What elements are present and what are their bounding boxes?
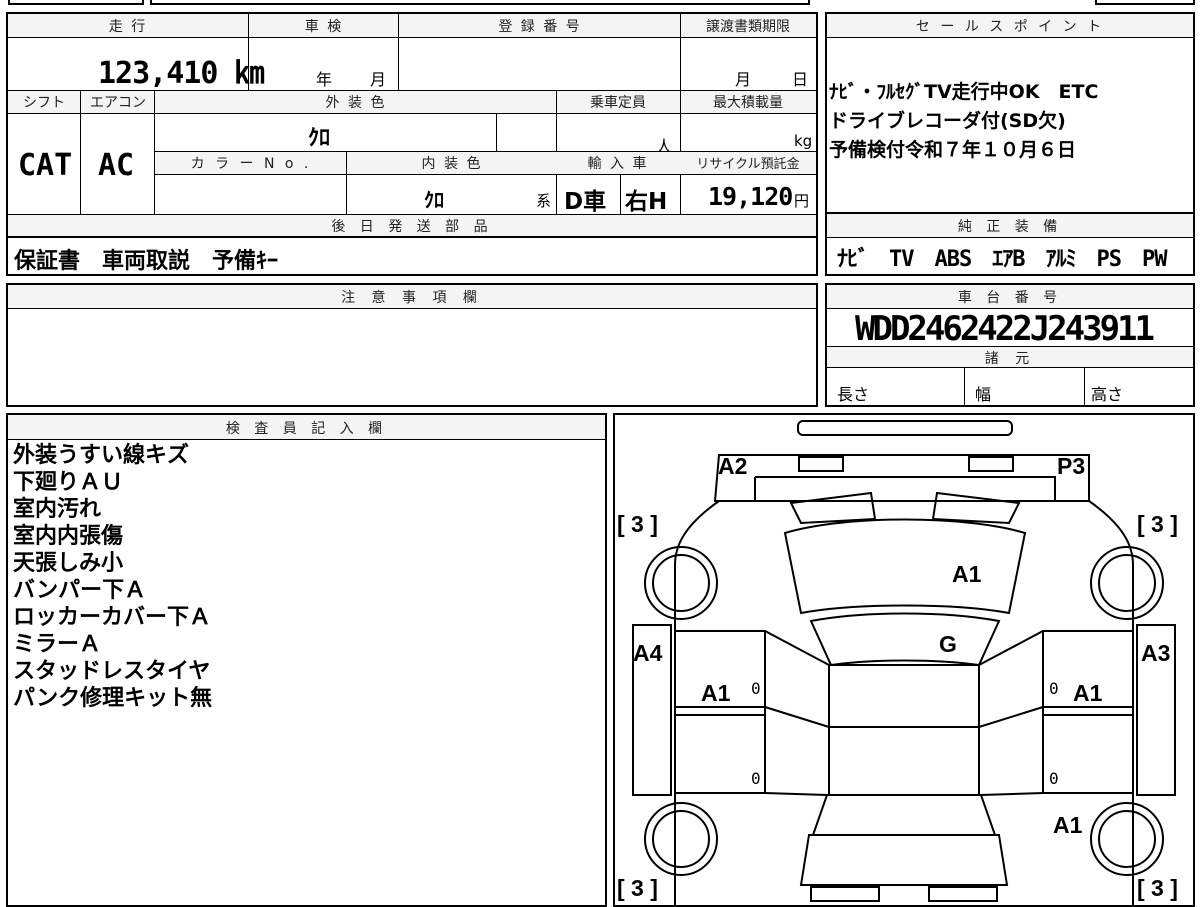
import-label: 輸 入 車 — [587, 156, 649, 172]
tire-mark-rear-left: [ 3 ] — [617, 875, 658, 901]
inspector-note: パンク修理キット無 — [13, 686, 213, 711]
inspector-label: 検 査 員 記 入 欄 — [225, 421, 388, 437]
diagram-mark-right-rear: A1 — [1053, 812, 1083, 838]
zero-mark: 0 — [751, 679, 761, 698]
shift-label: シフト — [23, 95, 65, 111]
max-load-unit: kg — [794, 132, 813, 150]
aircon-value: AC — [98, 148, 135, 183]
diagram-mark-front-left: A2 — [718, 453, 748, 479]
int-color-label: 内 装 色 — [421, 156, 483, 172]
inspector-note: ロッカーカバー下Ａ — [13, 605, 212, 630]
chassis-panel: 車 台 番 号 WDD2462422J243911 諸 元 長さ 幅 高さ — [825, 283, 1195, 407]
diagram-mark-windshield: G — [939, 631, 957, 657]
chassis-value: WDD2462422J243911 — [855, 309, 1155, 349]
recycle-label: リサイクル預託金 — [696, 157, 800, 172]
spec-width-label: 幅 — [975, 385, 992, 404]
later-parts-value: 保証書 車両取説 予備ｷｰ — [14, 249, 279, 274]
diagram-mark-right-fender: A3 — [1141, 640, 1171, 666]
capacity-label: 乗車定員 — [590, 95, 646, 111]
zero-mark: 0 — [1049, 769, 1059, 788]
yen-unit: 円 — [794, 192, 810, 210]
recycle-fee-value: 19,120 — [708, 182, 793, 211]
transfer-deadline-label: 譲渡書類期限 — [706, 19, 790, 35]
sales-point-label: セ ー ル ス ポ イ ン ト — [915, 19, 1105, 35]
int-color-value: ｸﾛ — [424, 188, 444, 212]
inspector-note: 室内内張傷 — [13, 524, 124, 549]
diagram-mark-right-front-door: A1 — [1073, 680, 1103, 706]
ext-color-label: 外 装 色 — [325, 95, 387, 111]
tire-mark-rear-right: [ 3 ] — [1137, 875, 1178, 901]
equipment-label: 純 正 装 備 — [957, 219, 1063, 235]
zero-mark: 0 — [751, 769, 761, 788]
car-diagram-panel: A2 P3 A1 G A4 A3 A1 A1 A1 [ 3 ] [ 3 ] [ … — [613, 413, 1195, 907]
reg-number-label: 登 録 番 号 — [498, 19, 582, 35]
inspection-month-unit: 月 — [370, 70, 387, 89]
sales-point-line: ﾅﾋﾞ・ﾌﾙｾｸﾞTV走行中OK ETC — [829, 81, 1099, 103]
mileage-value: 123,410 ㎞ — [98, 56, 264, 91]
sales-point-line: 予備検付令和７年１０月６日 — [829, 139, 1077, 161]
tire-mark-front-left: [ 3 ] — [617, 511, 658, 537]
inspector-note: 天張しみ小 — [13, 551, 124, 576]
inspector-note: スタッドレスタイヤ — [13, 659, 211, 684]
diagram-mark-hood: A1 — [952, 561, 982, 587]
spec-length-label: 長さ — [837, 385, 870, 404]
diagram-mark-left-fender: A4 — [633, 640, 663, 666]
inspector-note: 室内汚れ — [13, 497, 102, 522]
diagram-mark-left-front-door: A1 — [701, 680, 731, 706]
caution-label: 注 意 事 項 欄 — [341, 290, 483, 306]
tire-mark-front-right: [ 3 ] — [1137, 511, 1178, 537]
sales-point-panel: セ ー ル ス ポ イ ン ト ﾅﾋﾞ・ﾌﾙｾｸﾞTV走行中OK ETC ドライ… — [825, 12, 1195, 214]
sales-point-list: ﾅﾋﾞ・ﾌﾙｾｸﾞTV走行中OK ETC ドライブレコーダ付(SD欠) 予備検付… — [829, 78, 1098, 165]
inspection-year-unit: 年 — [316, 70, 333, 89]
aircon-label: エアコン — [90, 95, 146, 111]
handle-value: 右H — [625, 189, 668, 215]
sales-point-line: ドライブレコーダ付(SD欠) — [829, 110, 1066, 132]
inspector-notes-list: 外装うすい線キズ 下廻りＡＵ 室内汚れ 室内内張傷 天張しみ小 バンパー下Ａ ロ… — [13, 442, 212, 712]
inspector-note: バンパー下Ａ — [13, 578, 147, 603]
equipment-value: ﾅﾋﾞ TV ABS ｴｱB ｱﾙﾐ PS PW — [837, 247, 1167, 272]
car-diagram — [632, 420, 1176, 905]
top-cut-strip — [0, 0, 1200, 6]
later-parts-box: 保証書 車両取説 予備ｷｰ — [6, 236, 818, 276]
import-type-value: D車 — [564, 189, 607, 215]
inspector-panel: 検 査 員 記 入 欄 外装うすい線キズ 下廻りＡＵ 室内汚れ 室内内張傷 天張… — [6, 413, 607, 907]
deadline-day-unit: 日 — [792, 70, 809, 89]
vehicle-info-panel: 走 行 車 検 登 録 番 号 譲渡書類期限 123,410 ㎞ 年 月 月 日… — [6, 12, 818, 238]
zero-mark: 0 — [1049, 679, 1059, 698]
chassis-label: 車 台 番 号 — [957, 290, 1063, 306]
specs-label: 諸 元 — [984, 351, 1036, 367]
mileage-label: 走 行 — [108, 19, 148, 35]
inspector-note: 下廻りＡＵ — [13, 470, 124, 495]
shift-value: CAT — [18, 148, 73, 183]
inspector-note: ミラーＡ — [13, 632, 102, 657]
later-parts-label: 後 日 発 送 部 品 — [331, 219, 493, 235]
ext-color-value: ｸﾛ — [308, 126, 331, 151]
inspector-note: 外装うすい線キズ — [13, 443, 190, 468]
max-load-label: 最大積載量 — [713, 95, 783, 111]
color-no-label: カ ラ ー N o . — [190, 156, 312, 172]
spec-height-label: 高さ — [1091, 385, 1124, 404]
caution-panel: 注 意 事 項 欄 — [6, 283, 818, 407]
diagram-mark-front-right: P3 — [1057, 453, 1086, 479]
kei-unit: 系 — [536, 192, 552, 210]
deadline-month-unit: 月 — [735, 70, 752, 89]
equipment-panel: 純 正 装 備 ﾅﾋﾞ TV ABS ｴｱB ｱﾙﾐ PS PW — [825, 212, 1195, 276]
inspection-label: 車 検 — [304, 19, 344, 35]
